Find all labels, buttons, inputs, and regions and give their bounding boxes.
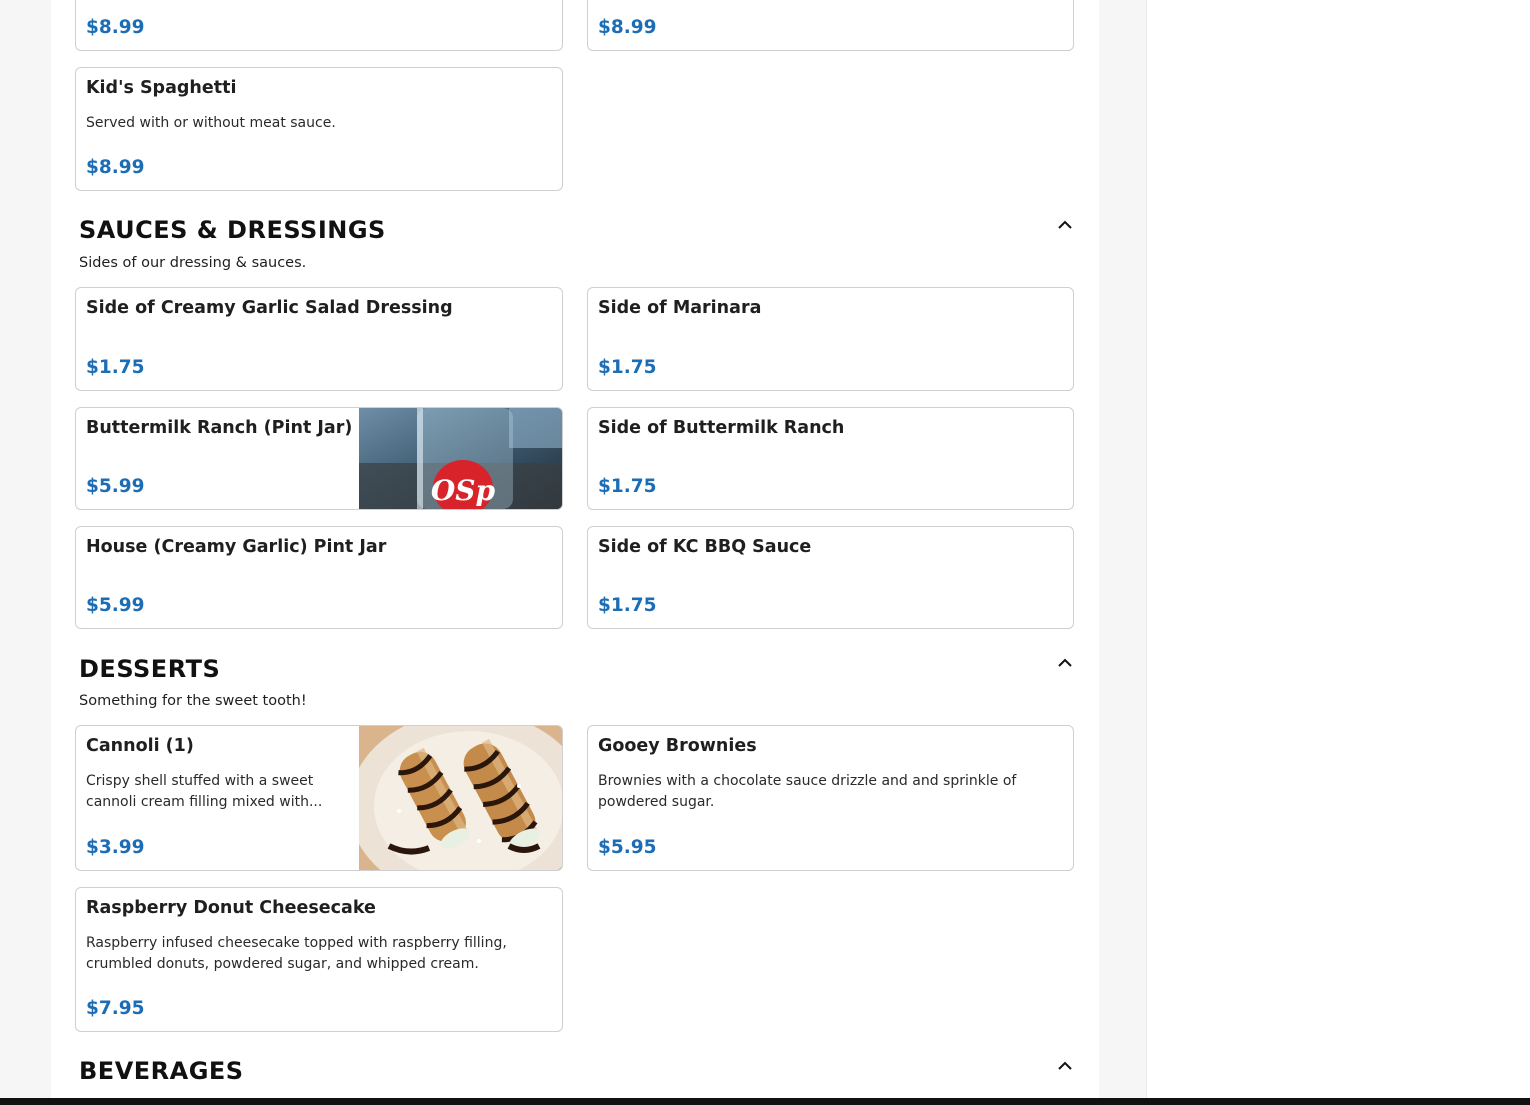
menu-item-card[interactable]: $8.99	[587, 0, 1074, 51]
menu-item-card[interactable]: House (Creamy Garlic) Pint Jar $5.99	[75, 526, 563, 629]
section-title-desserts: DESSERTS	[79, 655, 221, 683]
section-subtitle-sauces: Sides of our dressing & sauces.	[79, 255, 307, 271]
menu-item-card[interactable]: Side of Buttermilk Ranch $1.75	[587, 407, 1074, 510]
right-panel	[1146, 0, 1530, 1105]
item-name: Gooey Brownies	[598, 736, 757, 756]
item-price: $1.75	[86, 357, 145, 378]
item-price: $3.99	[86, 837, 145, 858]
menu-item-card[interactable]: Side of Marinara $1.75	[587, 287, 1074, 391]
section-title-sauces: SAUCES & DRESSINGS	[79, 216, 386, 244]
item-price: $1.75	[598, 476, 657, 497]
item-name: Side of Buttermilk Ranch	[598, 418, 845, 438]
item-price: $5.95	[598, 837, 657, 858]
item-price: $7.95	[86, 998, 145, 1019]
menu-item-card[interactable]: Gooey Brownies Brownies with a chocolate…	[587, 725, 1074, 871]
item-price: $8.99	[598, 17, 657, 38]
menu-item-card[interactable]: Cannoli (1) Crispy shell stuffed with a …	[75, 725, 563, 871]
item-price: $8.99	[86, 157, 145, 178]
chevron-up-icon[interactable]	[1056, 1060, 1074, 1072]
menu-item-card[interactable]: Side of KC BBQ Sauce $1.75	[587, 526, 1074, 629]
chevron-up-icon[interactable]	[1056, 657, 1074, 669]
item-price: $5.99	[86, 595, 145, 616]
menu-item-card[interactable]: Side of Creamy Garlic Salad Dressing $1.…	[75, 287, 563, 391]
item-name: Side of Marinara	[598, 298, 762, 318]
section-subtitle-desserts: Something for the sweet tooth!	[79, 693, 307, 709]
item-price: $1.75	[598, 357, 657, 378]
bottom-bar	[0, 1098, 1530, 1105]
item-name: Side of Creamy Garlic Salad Dressing	[86, 298, 453, 318]
item-price: $1.75	[598, 595, 657, 616]
chevron-up-icon[interactable]	[1056, 219, 1074, 231]
item-price: $5.99	[86, 476, 145, 497]
menu-item-card[interactable]: Raspberry Donut Cheesecake Raspberry inf…	[75, 887, 563, 1032]
item-description: Crispy shell stuffed with a sweet cannol…	[86, 773, 323, 810]
cannoli-photo	[359, 726, 562, 870]
item-name: Raspberry Donut Cheesecake	[86, 898, 376, 918]
ranch-jar-photo: OSp	[359, 408, 562, 509]
item-description: Raspberry infused cheesecake topped with…	[86, 935, 507, 972]
item-name: Cannoli (1)	[86, 736, 194, 756]
item-price: $8.99	[86, 17, 145, 38]
menu-item-card[interactable]: $8.99	[75, 0, 563, 51]
item-name: Side of KC BBQ Sauce	[598, 537, 812, 557]
jar-logo-text: OSp	[431, 474, 496, 507]
page: $8.99 $8.99 Kid's Spaghetti Served with …	[0, 0, 1530, 1105]
section-title-beverages: BEVERAGES	[79, 1057, 244, 1085]
item-description: Brownies with a chocolate sauce drizzle …	[598, 773, 1017, 810]
menu-item-card[interactable]: Buttermilk Ranch (Pint Jar) $5.99 OSp	[75, 407, 563, 510]
item-name: House (Creamy Garlic) Pint Jar	[86, 537, 387, 557]
item-name: Buttermilk Ranch (Pint Jar)	[86, 418, 353, 438]
menu-item-kids-spaghetti[interactable]: Kid's Spaghetti Served with or without m…	[75, 67, 563, 191]
item-description: Served with or without meat sauce.	[86, 115, 336, 131]
item-name: Kid's Spaghetti	[86, 78, 237, 98]
